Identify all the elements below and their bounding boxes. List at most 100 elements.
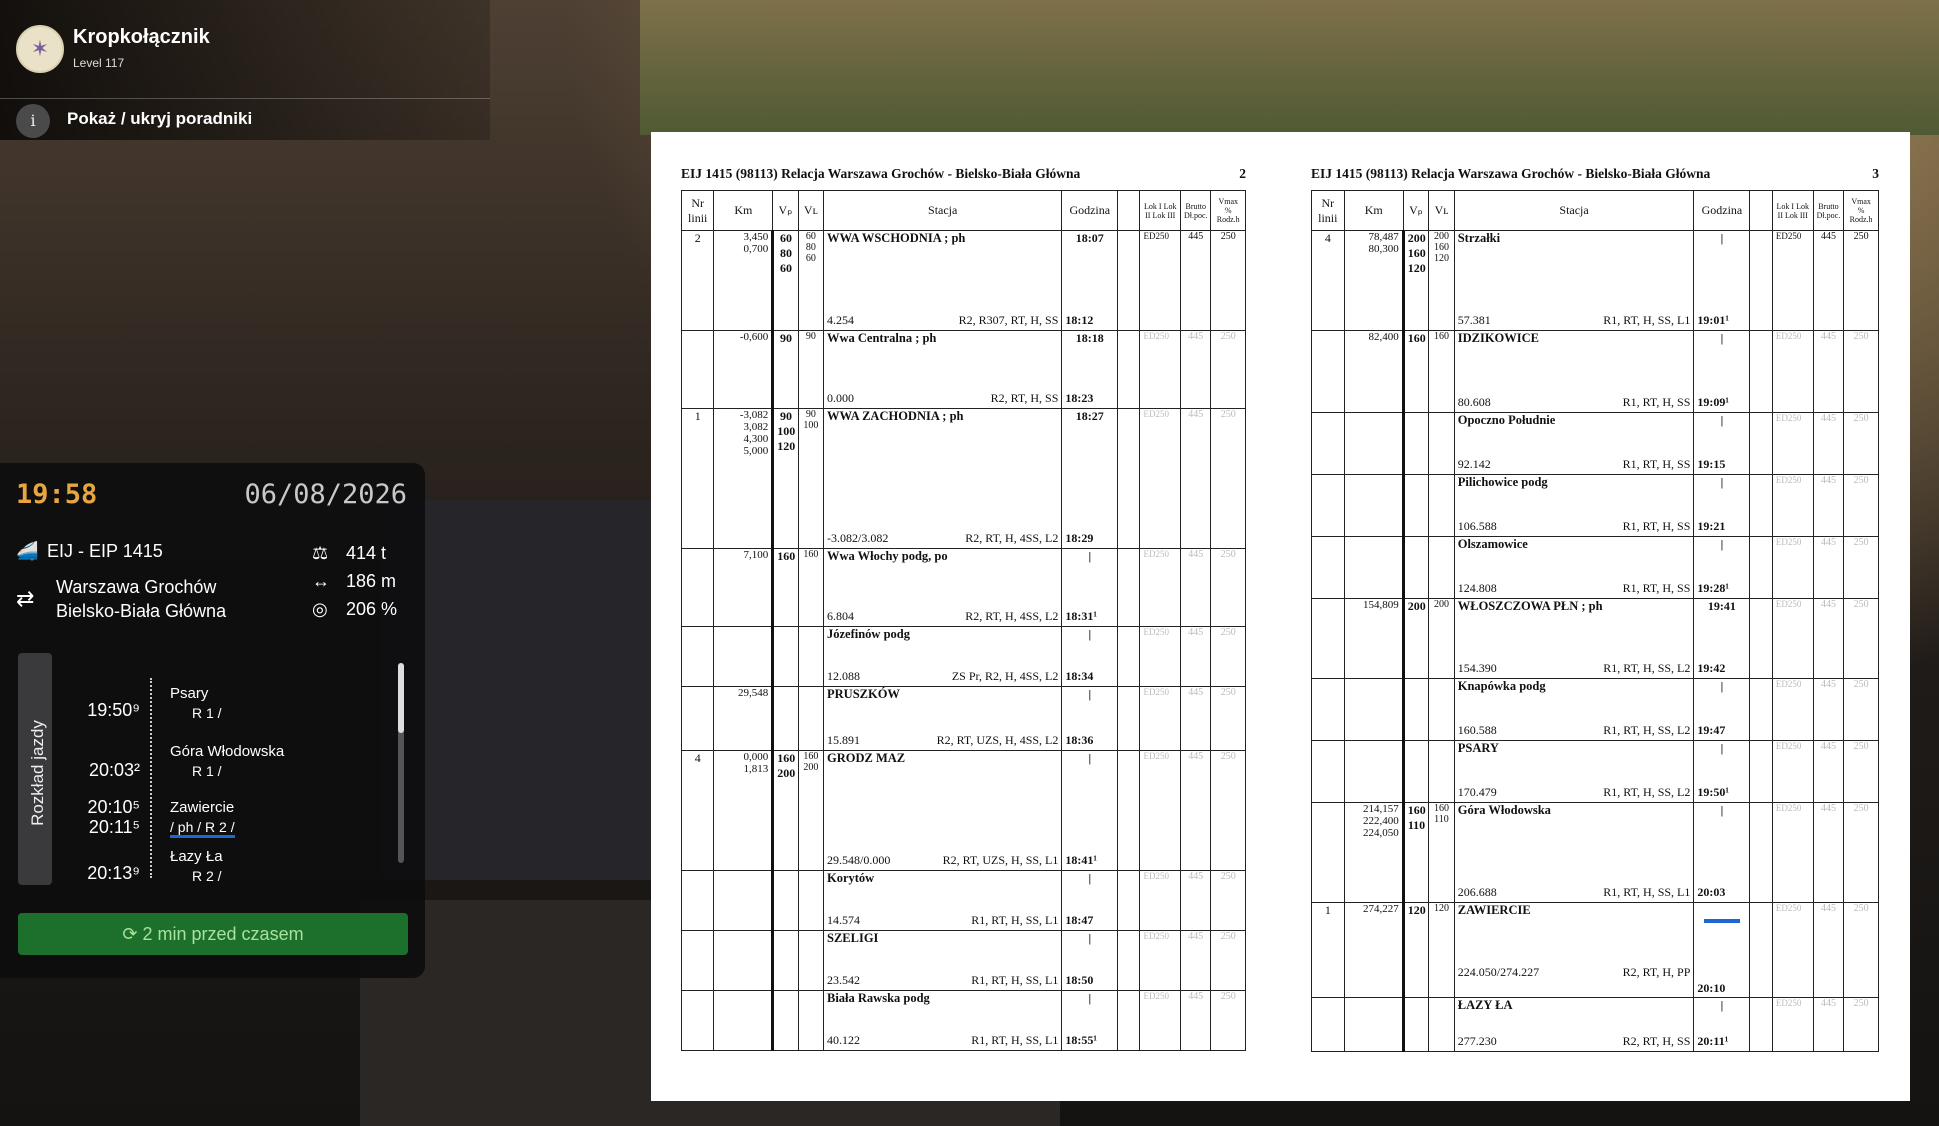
station-name: PSARY bbox=[1457, 741, 1499, 755]
route-to: Bielsko-Biała Główna bbox=[56, 601, 227, 621]
departure-time: 19:42 bbox=[1697, 661, 1726, 675]
info-icon[interactable]: i bbox=[16, 104, 50, 138]
loco-vmax: 250 bbox=[1843, 230, 1879, 331]
loco-type: ED250 bbox=[1139, 408, 1182, 549]
loco-mass: 445 bbox=[1812, 412, 1845, 475]
loco-vmax: 250 bbox=[1843, 678, 1879, 741]
speed-vp: 160 bbox=[772, 548, 799, 627]
time-extra bbox=[1749, 802, 1773, 903]
speed-vl: 160 bbox=[1428, 330, 1455, 413]
line-number bbox=[1311, 330, 1345, 413]
station-km: 206.688 bbox=[1457, 885, 1497, 899]
stop-detail: / ph / R 2 / bbox=[170, 819, 235, 838]
train-length: ↔ 186 m bbox=[312, 571, 396, 592]
station-cell: Olszamowice 124.808 R1, RT, H, SS bbox=[1453, 536, 1695, 599]
loco-type: ED250 bbox=[1139, 686, 1182, 751]
line-number bbox=[1311, 598, 1345, 679]
loco-mass: 445 bbox=[1180, 408, 1212, 549]
speed-vl bbox=[1428, 474, 1455, 537]
speed-vp bbox=[772, 930, 799, 991]
stop-name: Psary bbox=[170, 685, 209, 702]
page-title: EIJ 1415 (98113) Relacja Warszawa Grochó… bbox=[1311, 166, 1711, 181]
station-info: R2, RT, UZS, H, SS, L1 bbox=[942, 853, 1059, 867]
stop-departure: 20:11⁵ bbox=[88, 817, 140, 837]
station-km: 29.548/0.000 bbox=[827, 853, 891, 867]
toggle-guides-button[interactable]: Pokaż / ukryj poradniki bbox=[67, 109, 252, 129]
time-cell: | 18:47 bbox=[1061, 870, 1119, 931]
scrollbar[interactable] bbox=[398, 663, 404, 863]
station-name: WWA ZACHODNIA ; ph bbox=[827, 409, 964, 423]
arrival-time: | bbox=[1720, 998, 1724, 1012]
station-km: 23.542 bbox=[827, 973, 860, 987]
time-extra bbox=[1117, 870, 1141, 931]
stop-name: Łazy Ła bbox=[170, 848, 223, 865]
time-cell: | 18:34 bbox=[1061, 626, 1119, 687]
station-name: Knapówka podg bbox=[1457, 679, 1546, 693]
speed-vl bbox=[797, 930, 825, 991]
loco-type: ED250 bbox=[1771, 230, 1814, 331]
timetable-page-left: EIJ 1415 (98113) Relacja Warszawa Grochó… bbox=[680, 166, 1246, 1051]
time-cell: | 18:36 bbox=[1061, 686, 1119, 751]
col-vl: Vʟ bbox=[797, 190, 825, 231]
speed-vp bbox=[772, 626, 799, 687]
time-cell: 18:18 18:23 bbox=[1061, 330, 1119, 409]
line-number bbox=[1311, 802, 1345, 903]
col-time: Godzina bbox=[1061, 190, 1119, 231]
speed-vl bbox=[797, 990, 825, 1051]
station-info: R1, RT, H, SS, L1 bbox=[971, 1033, 1059, 1047]
km-markers bbox=[1343, 474, 1405, 537]
loco-mass: 445 bbox=[1180, 930, 1212, 991]
departure-time: 18:50 bbox=[1065, 973, 1094, 987]
departure-time: 19:47 bbox=[1697, 723, 1726, 737]
km-markers: 0,000 1,813 bbox=[713, 750, 775, 871]
arrival-time bbox=[1703, 919, 1740, 923]
station-name: Wwa Centralna ; ph bbox=[827, 331, 937, 345]
station-km: 160.588 bbox=[1457, 723, 1497, 737]
station-name: Strzałki bbox=[1457, 231, 1501, 245]
time-extra bbox=[1117, 230, 1141, 331]
station-name: Korytów bbox=[827, 871, 875, 885]
time-cell: | 19:15 bbox=[1693, 412, 1751, 475]
time-extra bbox=[1749, 678, 1773, 741]
avatar[interactable]: ✶ bbox=[16, 25, 64, 73]
station-info: R2, RT, H, SS bbox=[990, 391, 1059, 405]
loco-mass: 445 bbox=[1812, 740, 1845, 803]
station-info: R1, RT, H, SS bbox=[1622, 395, 1691, 409]
train-hud: 19:58 06/08/2026 🚄 EIJ - EIP 1415 ⇄ Wars… bbox=[0, 463, 425, 978]
time-extra bbox=[1117, 548, 1141, 627]
station-cell: ŁAZY ŁA 277.230 R2, RT, H, SS bbox=[1453, 997, 1695, 1052]
timetable-tab[interactable]: Rozkład jazdy bbox=[18, 653, 52, 885]
station-info: R1, RT, H, SS, L1 bbox=[1603, 313, 1691, 327]
loco-type: ED250 bbox=[1139, 548, 1182, 627]
loco-vmax: 250 bbox=[1843, 902, 1879, 998]
departure-time: 19:01¹ bbox=[1697, 313, 1729, 327]
station-cell: Strzałki 57.381 R1, RT, H, SS, L1 bbox=[1453, 230, 1695, 331]
station-cell: PRUSZKÓW 15.891 R2, RT, UZS, H, 4SS, L2 bbox=[822, 686, 1063, 751]
speed-vp bbox=[772, 990, 799, 1051]
col-lok: Lok I Lok II Lok III bbox=[1139, 190, 1182, 231]
timetable-page-right: EIJ 1415 (98113) Relacja Warszawa Grochó… bbox=[1311, 166, 1879, 1052]
station-cell: SZELIGI 23.542 R1, RT, H, SS, L1 bbox=[822, 930, 1063, 991]
time-cell: 19:41 19:42 bbox=[1693, 598, 1751, 679]
departure-time: 20:11¹ bbox=[1697, 1034, 1729, 1048]
station-km: 6.804 bbox=[827, 609, 854, 623]
km-markers: 274,227 bbox=[1343, 902, 1405, 998]
loco-vmax: 250 bbox=[1843, 536, 1879, 599]
line-number: 1 bbox=[1311, 902, 1345, 998]
loco-mass: 445 bbox=[1180, 750, 1212, 871]
col-vl: Vʟ bbox=[1428, 190, 1455, 231]
username: Kropkołącznik bbox=[73, 26, 210, 48]
timetable-row: Pilichowice podg 106.588 R1, RT, H, SS | 19:… bbox=[1311, 474, 1879, 537]
timetable-row: ŁAZY ŁA 277.230 R2, RT, H, SS | 20:11¹ ED250 4… bbox=[1311, 997, 1879, 1052]
speed-vp bbox=[1402, 740, 1430, 803]
col-brutto: Brutto Dł.poc. bbox=[1812, 190, 1845, 231]
clock-icon: ⟳ bbox=[122, 924, 143, 944]
loco-mass: 445 bbox=[1180, 686, 1212, 751]
page-number: 2 bbox=[1239, 166, 1246, 181]
time-extra bbox=[1749, 474, 1773, 537]
route-from: Warszawa Grochów bbox=[56, 577, 217, 597]
timetable-row: 4 78,487 80,300 200 160 120 200 160 120 Strz… bbox=[1311, 230, 1879, 331]
game-date: 06/08/2026 bbox=[244, 479, 407, 510]
km-markers: 78,487 80,300 bbox=[1343, 230, 1405, 331]
speed-vp bbox=[1402, 474, 1430, 537]
